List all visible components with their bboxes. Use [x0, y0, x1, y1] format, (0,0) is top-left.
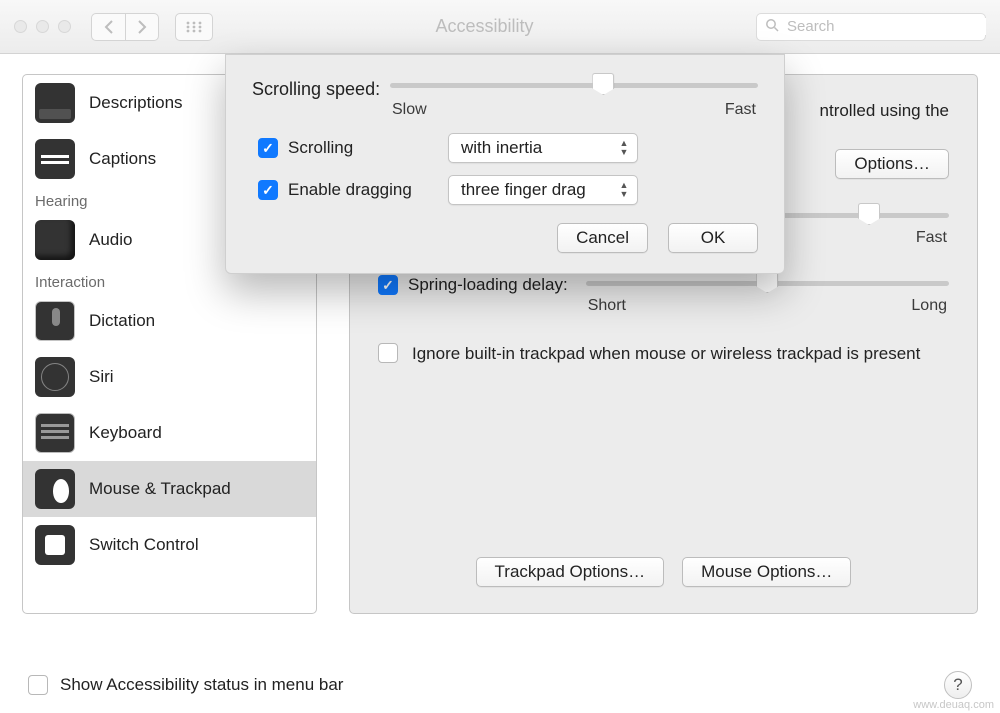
search-input[interactable]: [787, 18, 986, 35]
zoom-window-button[interactable]: [58, 20, 71, 33]
ok-button[interactable]: OK: [668, 223, 758, 253]
traffic-lights: [14, 20, 71, 33]
nav-buttons: [91, 13, 159, 41]
spring-short-label: Short: [588, 297, 626, 315]
stepper-icon: ▲▼: [617, 180, 631, 200]
scrolling-speed-label: Scrolling speed:: [252, 77, 390, 100]
sidebar-item-dictation[interactable]: Dictation: [23, 293, 316, 349]
sidebar-item-label: Captions: [89, 149, 156, 169]
bottom-buttons: Trackpad Options… Mouse Options…: [378, 557, 949, 587]
controlled-using-text: ntrolled using the: [820, 101, 949, 121]
scrolling-speed-slider[interactable]: [390, 77, 758, 93]
scrolling-label: Scrolling: [288, 138, 438, 158]
sidebar-item-siri[interactable]: Siri: [23, 349, 316, 405]
dictation-icon: [35, 301, 75, 341]
search-icon: [765, 17, 779, 37]
footer-row: Show Accessibility status in menu bar ?: [28, 671, 972, 699]
trackpad-options-button[interactable]: Trackpad Options…: [476, 557, 665, 587]
enable-dragging-checkbox[interactable]: [258, 180, 278, 200]
close-window-button[interactable]: [14, 20, 27, 33]
show-all-button[interactable]: [175, 13, 213, 41]
watermark-text: www.deuaq.com: [913, 699, 994, 711]
sidebar-item-label: Descriptions: [89, 93, 183, 113]
window-title: Accessibility: [223, 16, 746, 37]
toolbar-search[interactable]: [756, 13, 986, 41]
ignore-trackpad-checkbox[interactable]: [378, 343, 398, 363]
window-toolbar: Accessibility: [0, 0, 1000, 54]
sidebar-item-label: Siri: [89, 367, 114, 387]
dragging-mode-value: three finger drag: [461, 180, 586, 200]
descriptions-icon: [35, 83, 75, 123]
captions-icon: [35, 139, 75, 179]
scrolling-mode-select[interactable]: with inertia ▲▼: [448, 133, 638, 163]
ignore-trackpad-label: Ignore built-in trackpad when mouse or w…: [412, 343, 949, 366]
sidebar-item-label: Switch Control: [89, 535, 199, 555]
sidebar-item-label: Dictation: [89, 311, 155, 331]
scrolling-slow-label: Slow: [392, 101, 427, 119]
spring-loading-checkbox[interactable]: [378, 275, 398, 295]
audio-icon: [35, 220, 75, 260]
stepper-icon: ▲▼: [617, 138, 631, 158]
ignore-trackpad-row: Ignore built-in trackpad when mouse or w…: [378, 343, 949, 366]
double-click-fast-label: Fast: [916, 229, 947, 247]
forward-button[interactable]: [125, 13, 159, 41]
help-button[interactable]: ?: [944, 671, 972, 699]
sidebar-item-label: Audio: [89, 230, 132, 250]
mouse-trackpad-icon: [35, 469, 75, 509]
sidebar-item-keyboard[interactable]: Keyboard: [23, 405, 316, 461]
sidebar-item-label: Mouse & Trackpad: [89, 479, 231, 499]
mouse-options-button[interactable]: Mouse Options…: [682, 557, 851, 587]
show-status-label: Show Accessibility status in menu bar: [60, 675, 343, 695]
scrolling-checkbox[interactable]: [258, 138, 278, 158]
minimize-window-button[interactable]: [36, 20, 49, 33]
switch-control-icon: [35, 525, 75, 565]
keyboard-icon: [35, 413, 75, 453]
scrolling-fast-label: Fast: [725, 101, 756, 119]
back-button[interactable]: [91, 13, 125, 41]
sidebar-item-mouse-trackpad[interactable]: Mouse & Trackpad: [23, 461, 316, 517]
trackpad-options-sheet: Scrolling speed: Slow Fast Scrolling wit…: [225, 54, 785, 274]
scrolling-mode-value: with inertia: [461, 138, 542, 158]
sidebar-item-switch-control[interactable]: Switch Control: [23, 517, 316, 573]
sidebar-item-label: Keyboard: [89, 423, 162, 443]
siri-icon: [35, 357, 75, 397]
dragging-mode-select[interactable]: three finger drag ▲▼: [448, 175, 638, 205]
spring-long-label: Long: [911, 297, 947, 315]
spring-loading-row: Spring-loading delay: Short Long: [378, 275, 949, 315]
spring-loading-label: Spring-loading delay:: [408, 275, 568, 295]
cancel-button[interactable]: Cancel: [557, 223, 648, 253]
spring-loading-slider[interactable]: [586, 275, 949, 291]
enable-dragging-label: Enable dragging: [288, 180, 438, 200]
mouse-keys-options-button[interactable]: Options…: [835, 149, 949, 179]
show-status-checkbox[interactable]: [28, 675, 48, 695]
